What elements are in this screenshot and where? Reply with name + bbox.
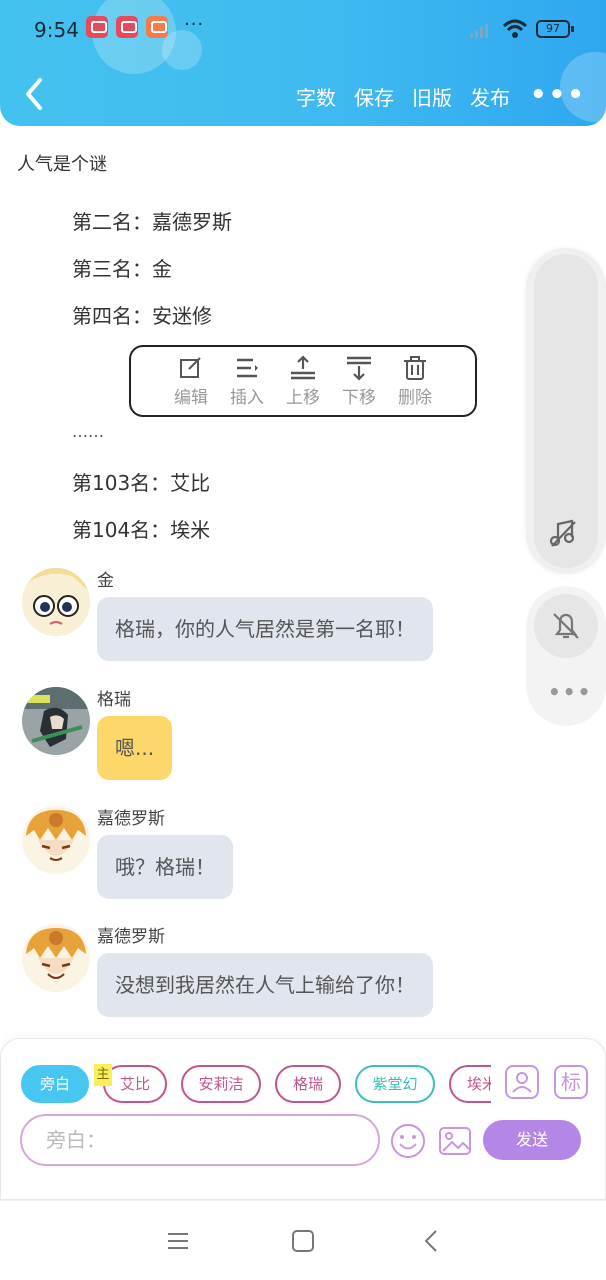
- word-count-button[interactable]: 字数: [296, 82, 336, 111]
- sender-name: 嘉德罗斯: [97, 809, 165, 829]
- document-title[interactable]: 人气是个谜: [17, 150, 107, 176]
- mute-button[interactable]: [534, 594, 598, 658]
- line-action-toolbar: 编辑 插入 上移 下移 删除: [129, 345, 477, 417]
- chat-message: 金 格瑞，你的人气居然是第一名耶！: [0, 566, 520, 666]
- system-nav-bar: [0, 1200, 606, 1280]
- message-bubble[interactable]: 嗯...: [97, 716, 173, 780]
- more-options-icon[interactable]: •••: [548, 680, 592, 704]
- role-chip[interactable]: 艾比: [103, 1065, 167, 1103]
- nav-actions: 字数 保存 旧版 发布: [296, 82, 510, 111]
- top-nav: 字数 保存 旧版 发布 •••: [0, 66, 606, 122]
- insert-label: 插入: [230, 388, 264, 408]
- role-chip[interactable]: 埃米: [449, 1065, 491, 1103]
- app-notification-icon: [86, 16, 108, 38]
- app-header: 9:54 ··· 97 字数 保存 旧版 发布 •••: [0, 0, 606, 126]
- message-bubble[interactable]: 格瑞，你的人气居然是第一名耶！: [97, 597, 433, 661]
- clock: 9:54: [34, 18, 79, 42]
- send-button[interactable]: 发送: [483, 1120, 581, 1160]
- move-up-tool[interactable]: 上移: [284, 355, 322, 415]
- wifi-icon: [502, 19, 528, 38]
- music-panel: [526, 248, 606, 574]
- image-icon[interactable]: [437, 1123, 473, 1159]
- rank-line[interactable]: 第四名：安迷修: [72, 300, 212, 329]
- ellipsis-line[interactable]: ……: [72, 422, 104, 441]
- main-role-badge: 主: [94, 1064, 112, 1086]
- person-icon: [512, 1072, 532, 1093]
- role-selector: 旁白 艾比 安莉洁 格瑞 紫堂幻 埃米: [21, 1063, 491, 1103]
- insert-icon: [237, 358, 258, 378]
- role-chip[interactable]: 紫堂幻: [355, 1065, 435, 1103]
- rank-line[interactable]: 第104名：埃米: [72, 514, 210, 543]
- back-button[interactable]: [20, 76, 50, 112]
- character-manage-button[interactable]: [505, 1065, 539, 1099]
- publish-button[interactable]: 发布: [470, 82, 510, 111]
- battery-icon: 97: [536, 20, 574, 38]
- chat-message: 嘉德罗斯 没想到我居然在人气上输给了你！: [0, 922, 520, 1022]
- rank-line[interactable]: 第二名：嘉德罗斯: [72, 206, 232, 235]
- status-bar: 9:54 ··· 97: [0, 10, 606, 50]
- avatar-jiade[interactable]: [22, 924, 90, 992]
- role-chip[interactable]: 格瑞: [275, 1065, 341, 1103]
- chat-message: 格瑞 嗯...: [0, 685, 520, 785]
- role-chip-narrator[interactable]: 旁白: [21, 1065, 89, 1103]
- save-button[interactable]: 保存: [354, 82, 394, 111]
- old-version-button[interactable]: 旧版: [412, 82, 452, 111]
- app-notification-icon: [116, 16, 138, 38]
- rank-line[interactable]: 第103名：艾比: [72, 467, 210, 496]
- arrow-up-icon: [291, 355, 315, 380]
- message-bubble[interactable]: 哦？格瑞！: [97, 835, 233, 899]
- sender-name: 金: [97, 571, 114, 591]
- bell-off-icon: [553, 613, 579, 639]
- menu-icon[interactable]: [164, 1227, 192, 1255]
- shop-notification-icon: [146, 16, 168, 38]
- more-button[interactable]: •••: [530, 80, 586, 110]
- trash-icon: [404, 356, 426, 380]
- delete-label: 删除: [398, 388, 432, 408]
- arrow-down-icon: [347, 356, 371, 381]
- role-chip[interactable]: 安莉洁: [181, 1065, 261, 1103]
- rank-line[interactable]: 第三名：金: [72, 253, 172, 282]
- edit-icon: [180, 357, 201, 378]
- sender-name: 格瑞: [97, 690, 131, 710]
- emoji-icon[interactable]: [390, 1123, 426, 1159]
- more-notifications-icon: ···: [184, 14, 205, 35]
- system-back-icon[interactable]: [418, 1227, 446, 1255]
- sender-name: 嘉德罗斯: [97, 927, 165, 947]
- avatar-gerui[interactable]: [22, 687, 90, 755]
- chat-message: 嘉德罗斯 哦？格瑞！: [0, 804, 520, 904]
- home-icon[interactable]: [289, 1227, 317, 1255]
- delete-tool[interactable]: 删除: [396, 355, 434, 415]
- tag-button[interactable]: 标: [554, 1065, 588, 1099]
- signal-icon: [470, 24, 488, 38]
- edit-tool[interactable]: 编辑: [172, 355, 210, 415]
- notification-panel: •••: [526, 586, 606, 726]
- avatar-jiade[interactable]: [22, 806, 90, 874]
- avatar-jin[interactable]: [22, 568, 90, 636]
- music-off-icon[interactable]: [548, 518, 578, 548]
- move-down-tool[interactable]: 下移: [340, 355, 378, 415]
- edit-label: 编辑: [174, 388, 208, 408]
- move-down-label: 下移: [342, 388, 376, 408]
- insert-tool[interactable]: 插入: [228, 355, 266, 415]
- move-up-label: 上移: [286, 388, 320, 408]
- message-bubble[interactable]: 没想到我居然在人气上输给了你！: [97, 953, 433, 1017]
- message-input[interactable]: 旁白：: [20, 1114, 380, 1166]
